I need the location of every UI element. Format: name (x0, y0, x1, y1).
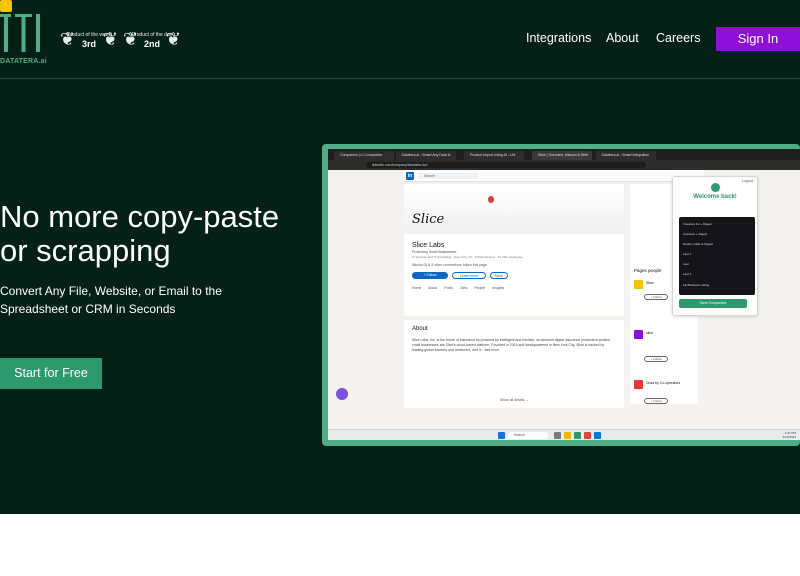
template-item[interactable]: Last (683, 262, 689, 266)
brand-logo[interactable] (0, 12, 44, 56)
page-follow-button[interactable]: + Follow (644, 398, 668, 404)
linkedin-topbar: in Search (404, 170, 704, 182)
template-item[interactable]: Nearby Calls to Digest (683, 242, 713, 246)
follow-button[interactable]: + Follow (412, 272, 448, 279)
company-tagline: Protecting Small Businesses (412, 250, 457, 254)
taskbar-clock: 1:37 PM 4/12/2023 (783, 431, 796, 439)
taskbar-app-icon[interactable] (574, 432, 581, 439)
page-name[interactable]: Slice (646, 281, 654, 285)
template-item[interactable]: Investors + Digest (683, 232, 707, 236)
browser-tab[interactable]: Datatera.ai - Smart Integration (596, 151, 656, 160)
brand-name: DATATERA.ai (0, 58, 47, 65)
folder-icon[interactable] (564, 432, 571, 439)
browser-tab[interactable]: Product Import Using AI - Uni (464, 151, 524, 160)
below-fold-section (0, 514, 800, 576)
chrome-icon[interactable] (584, 432, 591, 439)
award-product-of-day: ❦ Product of the day 2nd ❦ (123, 28, 181, 52)
template-item[interactable]: LE Business Listing (683, 283, 709, 287)
award-product-of-week: ❦ Product of the week 3rd ❦ (60, 28, 118, 52)
balloon-icon (488, 196, 494, 203)
company-meta: IT Services and IT Consulting · New York… (412, 255, 523, 259)
logo-mark-icon (0, 14, 40, 52)
chat-bubble-icon[interactable] (336, 388, 348, 400)
datatera-logo-icon (711, 183, 720, 192)
page-name[interactable]: slice (646, 331, 653, 335)
laurel-right-icon: ❦ (165, 29, 181, 49)
datatera-extension-popup: Logout Welcome back! Investors list + Di… (672, 176, 758, 316)
nav-integrations[interactable]: Integrations (526, 31, 591, 45)
linkedin-search-input[interactable]: Search (418, 173, 478, 179)
welcome-heading: Welcome back! (693, 194, 737, 200)
browser-tab[interactable]: Datatera.ai - Smart Any Data to (396, 151, 456, 160)
vscode-icon[interactable] (594, 432, 601, 439)
template-item[interactable]: Last 7 (683, 252, 691, 256)
more-button[interactable]: More (490, 272, 508, 279)
page-logo (634, 380, 643, 389)
hero-subhead: Convert Any File, Website, or Email to t… (0, 284, 222, 316)
about-heading: About (412, 326, 428, 332)
windows-taskbar: Search 1:37 PM 4/12/2023 (328, 429, 800, 440)
company-name: Slice Labs (412, 242, 445, 249)
browser-window: Companies | LI Companies Datatera.ai - S… (328, 149, 800, 440)
browser-address-bar: linkedin.com/company/slicelabs-inc/ (328, 160, 800, 170)
laurel-left-icon: ❦ (123, 29, 139, 49)
company-connections: Nikolai Oj & 3 other connections follow … (412, 263, 487, 267)
company-logo: Slice (412, 212, 445, 227)
template-item[interactable]: Last 1 (683, 272, 691, 276)
save-companies-button[interactable]: Save Companies (679, 299, 747, 308)
windows-start-icon[interactable] (498, 432, 505, 439)
show-all-link[interactable]: Show all details → (500, 398, 529, 402)
lightning-icon[interactable]: ⚡ (0, 0, 12, 12)
browser-tab-bar: Companies | LI Companies Datatera.ai - S… (328, 149, 800, 160)
page-follow-button[interactable]: + Follow (644, 356, 668, 362)
about-section: About Slice Labs, Inc. is the future of … (404, 320, 624, 408)
taskbar-app-icon[interactable] (554, 432, 561, 439)
sign-in-button[interactable]: Sign In (716, 27, 800, 51)
browser-tab[interactable]: Companies | LI Companies (334, 151, 394, 160)
template-item[interactable]: Investors list + Digest (683, 222, 712, 226)
start-for-free-button[interactable]: Start for Free (0, 358, 102, 389)
pages-people-heading: Pages people (634, 268, 662, 273)
page-logo (634, 280, 643, 289)
learn-more-button[interactable]: Learn more (452, 272, 486, 279)
product-screenshot: Companies | LI Companies Datatera.ai - S… (322, 144, 800, 446)
clock-date: 4/12/2023 (782, 435, 796, 439)
laurel-right-icon: ❦ (102, 29, 118, 49)
about-text: Slice Labs, Inc. is the future of insura… (412, 338, 611, 352)
hero-headline: No more copy-paste or scrapping (0, 199, 280, 268)
nav-careers[interactable]: Careers (656, 31, 700, 45)
logout-link[interactable]: Logout (742, 179, 753, 183)
page-follow-button[interactable]: + Follow (644, 294, 668, 300)
browser-tab[interactable]: Slice | Overview, Mission & Web (532, 151, 592, 160)
company-tabs[interactable]: Home About Posts Jobs People Insights (412, 286, 504, 290)
laurel-left-icon: ❦ (60, 29, 76, 49)
linkedin-logo-icon[interactable]: in (406, 172, 414, 180)
page-logo (634, 330, 643, 339)
page-name[interactable]: Dusa by Co-operators (646, 381, 680, 385)
company-card: Slice Slice Labs Protecting Small Busine… (404, 184, 624, 316)
taskbar-search[interactable]: Search (508, 432, 548, 439)
linkedin-page: in Search Slice Slice Labs Protecting Sm… (328, 170, 800, 429)
nav-about[interactable]: About (606, 31, 639, 45)
url-field[interactable]: linkedin.com/company/slicelabs-inc/ (366, 162, 646, 168)
template-list: Investors list + Digest Investors + Dige… (679, 217, 755, 295)
header-divider (0, 78, 800, 79)
hero-section: DATATERA.ai ❦ Product of the week 3rd ❦ … (0, 0, 800, 514)
